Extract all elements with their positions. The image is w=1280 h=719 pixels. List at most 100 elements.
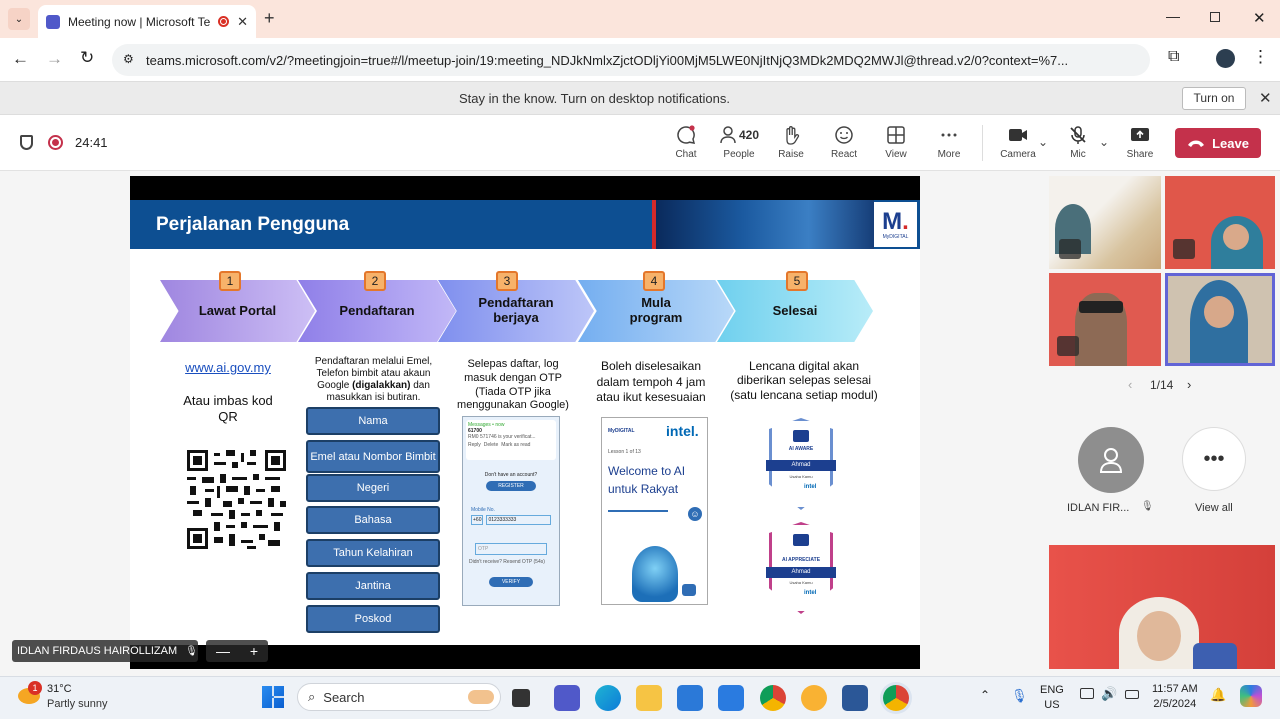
- people-label: People: [723, 149, 755, 160]
- copilot-icon[interactable]: [1240, 685, 1262, 707]
- close-notification-icon[interactable]: ✕: [1259, 89, 1272, 107]
- grid-view-icon: [887, 126, 905, 144]
- tile-3-mic-off-icon: [1057, 336, 1079, 356]
- turn-on-button[interactable]: Turn on: [1182, 87, 1246, 110]
- browser-tab-bar: ⌄ Meeting now | Microsoft Te ✕ + — ✕: [0, 0, 1280, 38]
- badge-2-intel: intel: [804, 590, 817, 596]
- notification-bar: Stay in the know. Turn on desktop notifi…: [0, 82, 1280, 115]
- view-label: View: [885, 149, 907, 160]
- person-icon: [1099, 448, 1123, 473]
- shield-icon[interactable]: [20, 135, 33, 150]
- step-number-5: 5: [786, 271, 808, 291]
- tray-chevron-icon[interactable]: ⌃: [980, 688, 990, 702]
- tab-title: Meeting now | Microsoft Te: [68, 14, 211, 29]
- tips-icon[interactable]: [801, 685, 827, 711]
- view-button[interactable]: View: [871, 125, 921, 160]
- mic-options-chevron-icon[interactable]: ⌄: [1099, 135, 1109, 149]
- language-indicator[interactable]: ENG US: [1040, 683, 1064, 713]
- badge-ai-aware: AI AWARE Ahmad Usaha Kamu intel: [766, 418, 836, 510]
- react-label: React: [830, 149, 858, 160]
- raise-hand-button[interactable]: Raise: [766, 125, 816, 160]
- volume-icon[interactable]: 🔊: [1101, 686, 1117, 702]
- otp-input: OTP: [475, 543, 547, 555]
- chat-button[interactable]: Chat: [661, 125, 711, 160]
- edge-taskbar-icon[interactable]: [595, 685, 621, 711]
- clock[interactable]: 11:57 AM 2/5/2024: [1152, 682, 1198, 712]
- share-button[interactable]: Share: [1115, 125, 1165, 160]
- tab-list-button[interactable]: ⌄: [8, 8, 30, 30]
- raise-label: Raise: [778, 149, 804, 160]
- self-video-tile[interactable]: [1049, 545, 1275, 669]
- store-icon[interactable]: [677, 685, 703, 711]
- badge-2-label: AI APPRECIATE: [781, 557, 821, 563]
- extensions-icon[interactable]: ⧉: [1168, 48, 1179, 66]
- react-button[interactable]: React: [819, 125, 869, 160]
- mic-off-icon: [1070, 126, 1086, 144]
- notifications-bell-icon[interactable]: 🔔: [1210, 687, 1226, 703]
- step-number-4: 4: [643, 271, 665, 291]
- site-info-icon[interactable]: ⚙: [123, 52, 134, 66]
- battery-icon[interactable]: [1125, 690, 1139, 699]
- address-bar[interactable]: ⚙ teams.microsoft.com/v2/?meetingjoin=tr…: [112, 44, 1150, 76]
- search-icon: ⌕: [308, 689, 316, 704]
- browser-tab[interactable]: Meeting now | Microsoft Te ✕: [38, 5, 256, 38]
- card-brand: MyDIGITAL: [608, 428, 635, 434]
- zoom-in-icon[interactable]: +: [250, 643, 258, 659]
- browser-menu-icon[interactable]: ⋮: [1252, 47, 1269, 67]
- reload-icon[interactable]: ↻: [80, 48, 94, 68]
- forward-icon[interactable]: →: [46, 49, 63, 69]
- file-explorer-icon[interactable]: [636, 685, 662, 711]
- next-page-icon[interactable]: ›: [1187, 377, 1191, 392]
- teams-taskbar-icon[interactable]: [554, 685, 580, 711]
- word-icon[interactable]: [842, 685, 868, 711]
- clock-time: 11:57 AM: [1152, 683, 1198, 695]
- zoom-out-icon[interactable]: —: [216, 643, 230, 659]
- slide-header: Perjalanan Pengguna M. MyDIGITAL: [130, 200, 920, 249]
- duration-text: Boleh diselesaikan dalam tempoh 4 jam at…: [596, 359, 706, 405]
- prev-page-icon[interactable]: ‹: [1128, 377, 1132, 392]
- video-tile-2[interactable]: [1165, 176, 1275, 269]
- more-button[interactable]: More: [924, 125, 974, 160]
- taskbar-search[interactable]: ⌕ Search: [297, 683, 501, 711]
- search-highlight-icon: [468, 690, 494, 704]
- share-icon: [1131, 128, 1149, 141]
- video-tile-4-active[interactable]: [1165, 273, 1275, 366]
- url-text: teams.microsoft.com/v2/?meetingjoin=true…: [146, 52, 1069, 68]
- participant-name: IDLAN FIR...: [1067, 502, 1130, 514]
- registration-text-bold: (digalakkan): [352, 380, 411, 391]
- network-icon[interactable]: [1080, 688, 1094, 699]
- camera-icon: [1009, 129, 1027, 141]
- hang-up-icon: [1188, 140, 1205, 147]
- mic-button[interactable]: Mic: [1053, 125, 1103, 160]
- leave-button[interactable]: Leave: [1175, 128, 1261, 158]
- profile-avatar[interactable]: [1216, 49, 1235, 68]
- step-4-label: Mula program: [629, 295, 683, 325]
- view-all-button[interactable]: •••: [1182, 427, 1246, 491]
- hand-icon: [786, 126, 800, 145]
- myhp-icon[interactable]: [718, 685, 744, 711]
- video-tile-1[interactable]: [1049, 176, 1161, 269]
- tile-1-mic-off-icon: [1059, 239, 1081, 259]
- restore-icon[interactable]: [1210, 12, 1220, 22]
- badge-1-name: Ahmad: [766, 460, 836, 471]
- close-window-icon[interactable]: ✕: [1253, 9, 1266, 27]
- participant-avatar[interactable]: [1078, 427, 1144, 493]
- back-icon[interactable]: ←: [12, 49, 29, 69]
- portal-link[interactable]: www.ai.gov.my: [170, 360, 286, 376]
- logo-text: MyDIGITAL: [882, 233, 909, 240]
- close-tab-icon[interactable]: ✕: [237, 14, 248, 30]
- chrome-active-icon[interactable]: [883, 685, 909, 711]
- camera-options-chevron-icon[interactable]: ⌄: [1038, 135, 1048, 149]
- video-tile-3[interactable]: [1049, 273, 1161, 366]
- new-tab-button[interactable]: +: [264, 8, 275, 29]
- chrome-icon[interactable]: [760, 685, 786, 711]
- camera-button[interactable]: Camera: [993, 125, 1043, 160]
- minimize-icon[interactable]: —: [1166, 8, 1180, 24]
- task-view-icon[interactable]: [512, 689, 530, 707]
- participant-mic-off-icon: 🎙: [1141, 501, 1154, 512]
- people-button[interactable]: 420 People: [714, 125, 764, 160]
- sms-delete: Delete: [483, 442, 499, 448]
- login-otp-text: Selepas daftar, log masuk dengan OTP (Ti…: [457, 358, 569, 412]
- tray-mic-icon[interactable]: 🎙: [1011, 688, 1028, 704]
- weather-widget[interactable]: 1 31°C Partly sunny: [16, 681, 126, 715]
